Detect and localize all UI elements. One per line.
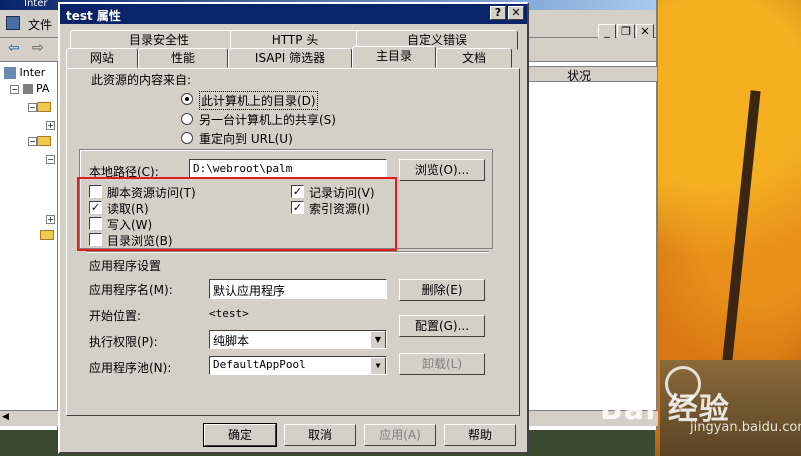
ok-button[interactable]: 确定	[203, 423, 277, 447]
app-name-label: 应用程序名(M):	[89, 283, 173, 297]
radio-local-directory[interactable]	[181, 93, 193, 105]
tree-folder[interactable]: +	[46, 212, 55, 225]
expand-icon[interactable]: +	[46, 214, 55, 224]
dropdown-arrow-icon[interactable]: ▼	[370, 331, 386, 348]
unload-button[interactable]: 卸载(L)	[399, 353, 485, 375]
radio-local-directory-label[interactable]: 此计算机上的目录(D)	[199, 91, 318, 110]
back-arrow-icon[interactable]: ⇦	[8, 40, 20, 56]
folder-icon	[40, 230, 54, 240]
home-directory-panel: 此资源的内容来自: 此计算机上的目录(D) 另一台计算机上的共享(S) 重定向到…	[66, 68, 520, 416]
dialog-close-button[interactable]: ✕	[508, 6, 524, 20]
execute-permissions-label: 执行权限(P):	[89, 335, 158, 349]
apply-button[interactable]: 应用(A)	[364, 424, 436, 446]
app-pool-value: DefaultAppPool	[213, 358, 306, 371]
folder-icon	[37, 102, 51, 112]
execute-permissions-select[interactable]: 纯脚本 ▼	[209, 330, 387, 349]
computer-icon	[22, 84, 33, 94]
help-question-button[interactable]: ?	[490, 6, 506, 20]
collapse-icon[interactable]: −	[28, 102, 37, 112]
dialog-title-bar: test 属性 ? ✕	[60, 4, 527, 24]
tree-item-root[interactable]: Inter	[4, 66, 45, 79]
cancel-button[interactable]: 取消	[284, 424, 356, 446]
help-button[interactable]: 帮助	[444, 424, 516, 446]
radio-network-share-label[interactable]: 另一台计算机上的共享(S)	[199, 111, 336, 128]
tree-item-pa[interactable]: − PA	[10, 82, 49, 95]
tree-folder[interactable]: −	[28, 134, 51, 147]
start-location-label: 开始位置:	[89, 309, 142, 323]
tab-http-headers[interactable]: HTTP 头	[230, 30, 360, 50]
tree-folder[interactable]: +	[46, 118, 55, 131]
collapse-icon[interactable]: −	[46, 154, 55, 164]
start-location-value: <test>	[209, 307, 249, 320]
scroll-left-icon[interactable]: ◀	[2, 412, 9, 422]
collapse-icon[interactable]: −	[10, 84, 19, 94]
section-separator	[87, 251, 489, 253]
tree-folder[interactable]	[40, 228, 54, 241]
radio-redirect-url-label[interactable]: 重定向到 URL(U)	[199, 130, 293, 147]
app-pool-select[interactable]: DefaultAppPool ▼	[209, 356, 387, 375]
app-pool-label: 应用程序池(N):	[89, 361, 172, 375]
configure-button[interactable]: 配置(G)...	[399, 315, 485, 337]
tab-home-directory[interactable]: 主目录	[352, 46, 436, 68]
forward-arrow-icon[interactable]: ⇨	[32, 40, 44, 56]
content-source-label: 此资源的内容来自:	[91, 73, 192, 87]
tab-performance[interactable]: 性能	[138, 48, 228, 68]
app-name-input[interactable]: 默认应用程序	[209, 279, 387, 299]
tab-directory-security[interactable]: 目录安全性	[70, 30, 248, 50]
app-settings-title: 应用程序设置	[89, 259, 162, 273]
column-header-status[interactable]: 状况	[520, 66, 658, 83]
menu-file[interactable]: 文件	[28, 16, 52, 33]
tree-folder[interactable]: −	[46, 152, 55, 165]
server-icon	[4, 67, 16, 79]
browse-button[interactable]: 浏览(O)...	[399, 159, 485, 181]
remove-button[interactable]: 删除(E)	[399, 279, 485, 301]
dropdown-arrow-icon[interactable]: ▼	[370, 357, 386, 374]
permissions-highlight-box	[77, 177, 397, 251]
dialog-title: test 属性	[66, 9, 121, 23]
tree-folder[interactable]: −	[28, 100, 51, 113]
radio-redirect-url[interactable]	[181, 132, 193, 144]
iis-tree-pane: Inter − PA − + − − +	[0, 62, 58, 430]
watermark-url: jingyan.baidu.com	[690, 420, 801, 435]
tab-website[interactable]: 网站	[66, 48, 138, 68]
app-icon	[6, 16, 20, 30]
tab-isapi-filters[interactable]: ISAPI 筛选器	[228, 48, 352, 68]
execute-permissions-value: 纯脚本	[213, 334, 250, 348]
iis-title-text: Inter	[24, 0, 48, 9]
expand-icon[interactable]: +	[46, 120, 55, 130]
radio-network-share[interactable]	[181, 113, 193, 125]
local-path-input[interactable]: D:\webroot\palm	[189, 159, 387, 179]
collapse-icon[interactable]: −	[28, 136, 37, 146]
folder-icon	[37, 136, 51, 146]
properties-dialog: test 属性 ? ✕ 目录安全性 HTTP 头 自定义错误 网站 性能 ISA…	[58, 2, 529, 454]
tab-documents[interactable]: 文档	[436, 48, 512, 68]
